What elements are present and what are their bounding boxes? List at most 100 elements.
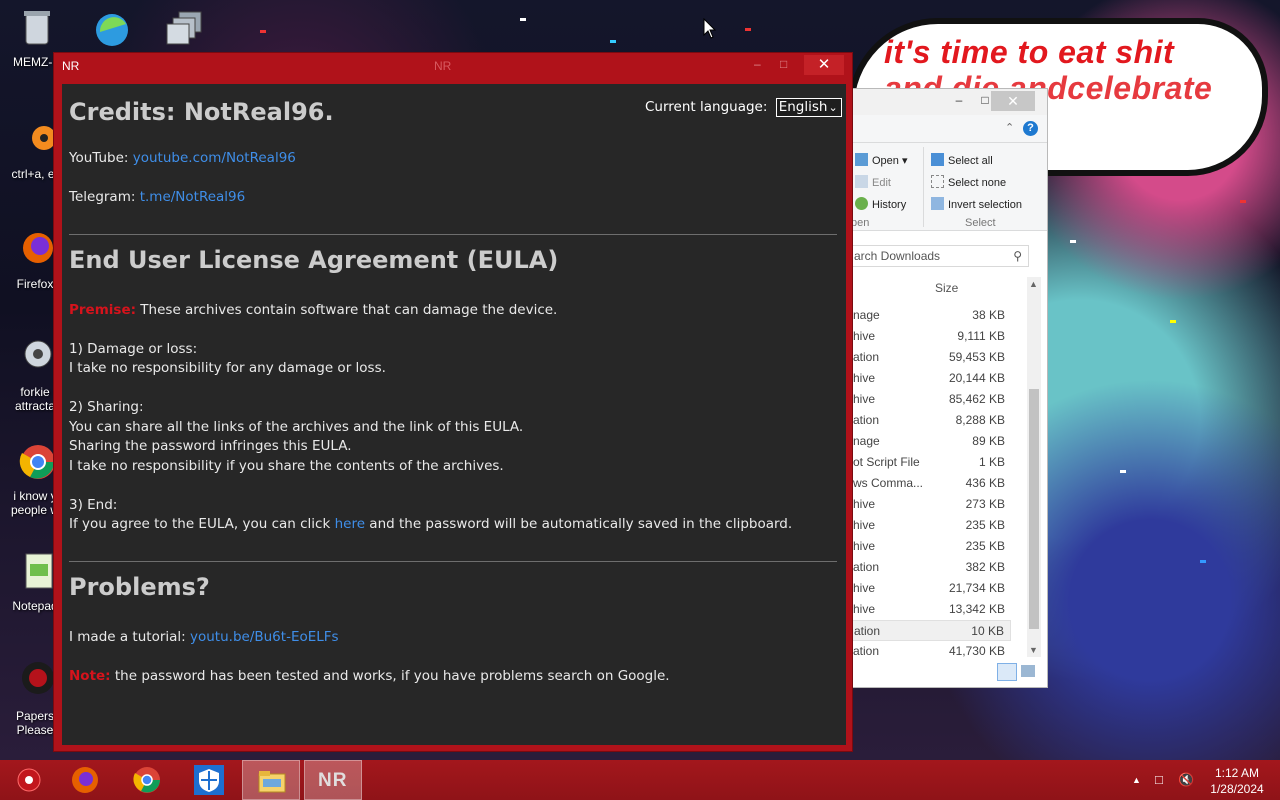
file-size: 10 KB bbox=[971, 624, 1004, 638]
file-row[interactable]: nage 89 KB bbox=[851, 431, 1011, 452]
ribbon-history[interactable]: History bbox=[855, 197, 906, 211]
file-row[interactable]: hive 235 KB bbox=[851, 536, 1011, 557]
large-icons-view-icon[interactable] bbox=[1021, 665, 1035, 677]
taskbar-file-explorer[interactable] bbox=[242, 760, 300, 800]
problems-heading: Problems? bbox=[69, 573, 210, 601]
ribbon-edit[interactable]: Edit bbox=[855, 175, 891, 189]
file-row[interactable]: hive 13,342 KB bbox=[851, 599, 1011, 620]
file-row[interactable]: ot Script File 1 KB bbox=[851, 452, 1011, 473]
section-1-line-1: I take no responsibility for any damage … bbox=[69, 360, 386, 376]
file-row[interactable]: hive 9,111 KB bbox=[851, 326, 1011, 347]
agree-here-link[interactable]: here bbox=[335, 516, 365, 532]
explorer-search-input[interactable]: arch Downloads ⚲ bbox=[851, 245, 1029, 267]
desktop-icon-label: ctrl+a, er bbox=[11, 167, 59, 181]
file-row[interactable]: hive 85,462 KB bbox=[851, 389, 1011, 410]
file-row[interactable]: hive 273 KB bbox=[851, 494, 1011, 515]
section-2-line-3: I take no responsibility if you share th… bbox=[69, 458, 504, 474]
eula-content: Credits: NotReal96. Current language: En… bbox=[62, 84, 846, 745]
explorer-column-header[interactable]: Size bbox=[851, 277, 1029, 299]
confetti bbox=[610, 40, 616, 43]
file-row[interactable]: ation 10 KB bbox=[851, 620, 1011, 641]
ribbon-select-none[interactable]: Select none bbox=[931, 175, 1006, 189]
file-row[interactable]: hive 235 KB bbox=[851, 515, 1011, 536]
note-line: Note: the password has been tested and w… bbox=[69, 668, 670, 684]
file-type: ation bbox=[853, 413, 880, 427]
language-label: Current language: bbox=[645, 99, 768, 115]
tutorial-link[interactable]: youtu.be/Bu6t-EoELFs bbox=[190, 629, 339, 645]
file-row[interactable]: hive 21,734 KB bbox=[851, 578, 1011, 599]
notepad-icon bbox=[25, 553, 53, 589]
taskbar-firefox[interactable] bbox=[56, 760, 114, 800]
show-hidden-icons-icon[interactable]: ▲ bbox=[1132, 775, 1141, 785]
telegram-link[interactable]: t.me/NotReal96 bbox=[140, 189, 246, 205]
file-type: nage bbox=[853, 308, 880, 322]
network-icon[interactable]: □ bbox=[1155, 772, 1163, 787]
section-2-title: 2) Sharing: bbox=[69, 399, 144, 415]
edge-browser-icon[interactable] bbox=[92, 10, 132, 50]
select-all-icon bbox=[931, 153, 944, 166]
file-type: ation bbox=[853, 350, 880, 364]
mouse-cursor-icon bbox=[703, 18, 717, 39]
file-size: 41,730 KB bbox=[948, 644, 1005, 658]
file-row[interactable]: nage 38 KB bbox=[851, 305, 1011, 326]
explorer-titlebar[interactable]: – □ ✕ bbox=[851, 89, 1047, 115]
nr-app-icon: NR bbox=[318, 770, 348, 791]
file-row[interactable]: ws Comma... 436 KB bbox=[851, 473, 1011, 494]
file-type: hive bbox=[853, 371, 876, 385]
explorer-close-button[interactable]: ✕ bbox=[991, 91, 1035, 111]
help-icon[interactable]: ? bbox=[1023, 121, 1038, 136]
taskbar-defender[interactable] bbox=[180, 760, 238, 800]
select-none-icon bbox=[931, 175, 944, 188]
open-icon bbox=[855, 153, 868, 166]
volume-muted-icon[interactable]: 🔇 bbox=[1178, 772, 1194, 788]
language-selector: Current language: English ⌄ bbox=[645, 98, 842, 117]
history-icon bbox=[855, 197, 868, 210]
section-1-title: 1) Damage or loss: bbox=[69, 341, 198, 357]
maximize-icon[interactable]: □ bbox=[780, 57, 796, 71]
youtube-link[interactable]: youtube.com/NotReal96 bbox=[133, 150, 296, 166]
ribbon-invert-selection[interactable]: Invert selection bbox=[931, 197, 1022, 211]
file-type: hive bbox=[853, 497, 876, 511]
file-size: 85,462 KB bbox=[948, 392, 1005, 406]
scroll-down-icon[interactable]: ▼ bbox=[1029, 645, 1038, 655]
file-explorer-window[interactable]: – □ ✕ ⌃ ? Open ▾ Edit History pen Select… bbox=[850, 88, 1048, 688]
windows-stack-icon[interactable] bbox=[165, 10, 205, 50]
file-type: ation bbox=[853, 560, 880, 574]
file-size: 8,288 KB bbox=[955, 413, 1005, 427]
language-dropdown[interactable]: English ⌄ bbox=[775, 98, 842, 117]
taskbar-nr[interactable]: NR bbox=[304, 760, 362, 800]
minimize-icon[interactable]: – bbox=[949, 93, 969, 109]
file-type: ws Comma... bbox=[853, 476, 924, 490]
confetti bbox=[1120, 470, 1126, 473]
nr-window[interactable]: NR NR – □ ✕ Credits: NotReal96. Current … bbox=[53, 52, 853, 752]
explorer-scrollbar-thumb[interactable] bbox=[1029, 389, 1039, 629]
ribbon-open[interactable]: Open ▾ bbox=[855, 153, 908, 167]
file-row[interactable]: ation 59,453 KB bbox=[851, 347, 1011, 368]
file-row[interactable]: hive 20,144 KB bbox=[851, 368, 1011, 389]
taskbar-chrome[interactable] bbox=[118, 760, 176, 800]
file-row[interactable]: ation 8,288 KB bbox=[851, 410, 1011, 431]
section-3-line: If you agree to the EULA, you can click … bbox=[69, 516, 793, 532]
file-row[interactable]: ation 382 KB bbox=[851, 557, 1011, 578]
taskbar: NR ▲ □ 🔇 1:12 AM 1/28/2024 bbox=[0, 760, 1280, 800]
chevron-up-icon[interactable]: ⌃ bbox=[1005, 121, 1014, 134]
file-row[interactable]: ation 41,730 KB bbox=[851, 641, 1011, 662]
chrome-icon bbox=[133, 767, 160, 793]
scroll-up-icon[interactable]: ▲ bbox=[1029, 279, 1038, 289]
confetti bbox=[1200, 560, 1206, 563]
size-column-header[interactable]: Size bbox=[935, 281, 958, 295]
desktop-icon-label: Papers Please bbox=[15, 709, 55, 737]
file-type: ation bbox=[853, 644, 880, 658]
system-clock[interactable]: 1:12 AM 1/28/2024 bbox=[1200, 765, 1274, 797]
ribbon-group-open: pen bbox=[851, 217, 870, 229]
details-view-icon[interactable] bbox=[997, 663, 1017, 681]
minimize-icon[interactable]: – bbox=[754, 57, 770, 71]
ribbon-select-all[interactable]: Select all bbox=[931, 153, 993, 167]
confetti bbox=[260, 30, 266, 33]
folder-icon bbox=[258, 771, 286, 793]
file-type: nage bbox=[853, 434, 880, 448]
desktop-icon-label: Firefox bbox=[16, 277, 54, 291]
start-button[interactable] bbox=[0, 760, 58, 800]
close-button[interactable]: ✕ bbox=[804, 55, 844, 75]
file-size: 38 KB bbox=[972, 308, 1005, 322]
